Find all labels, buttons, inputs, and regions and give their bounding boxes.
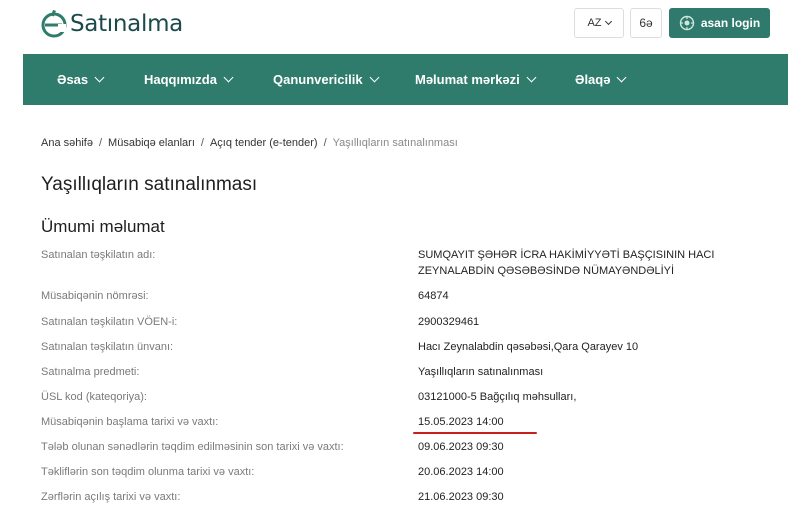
logo-text: Satınalma: [70, 11, 183, 37]
chevron-down-icon: [94, 72, 105, 83]
detail-label-subject: Satınalma predmeti:: [41, 366, 140, 378]
detail-value-envelope-opening: 21.06.2023 09:30: [418, 491, 504, 503]
breadcrumb: Ana səhifə / Müsabiqə elanları / Açıq te…: [41, 137, 458, 149]
chevron-down-icon: [604, 17, 612, 26]
main-nav: Əsas Haqqımızda Qanunvericilik Məlumat m…: [23, 54, 788, 105]
detail-value-tax-id: 2900329461: [418, 316, 480, 328]
breadcrumb-item-announcements[interactable]: Müsabiqə elanları: [108, 137, 195, 149]
detail-value-line: SUMQAYIT ŞƏHƏR İCRA HAKİMİYYƏTİ BAŞÇISIN…: [418, 249, 715, 261]
language-select[interactable]: AZ: [574, 8, 624, 38]
detail-label-tender-number: Müsabiqənin nömrəsi:: [41, 290, 149, 302]
page-title: Yaşıllıqların satınalınması: [41, 174, 258, 195]
nav-item-label: Əsas: [57, 72, 89, 87]
nav-item-label: Haqqımızda: [144, 72, 217, 87]
detail-value-start-date: 15.05.2023 14:00: [418, 416, 504, 428]
detail-label-start-date: Müsabiqənin başlama tarixi və vaxtı:: [41, 416, 219, 428]
detail-label-address: Satınalan təşkilatın ünvanı:: [41, 341, 174, 353]
accessibility-button[interactable]: 6ə: [630, 8, 662, 38]
language-label: AZ: [587, 17, 602, 29]
nav-item-esas[interactable]: Əsas: [57, 54, 105, 105]
detail-value-organization-name: SUMQAYIT ŞƏHƏR İCRA HAKİMİYYƏTİ BAŞÇISIN…: [418, 247, 714, 279]
breadcrumb-item-home[interactable]: Ana səhifə: [41, 137, 93, 149]
detail-value-offers-deadline: 20.06.2023 14:00: [418, 466, 504, 478]
nav-item-label: Məlumat mərkəzi: [415, 72, 520, 87]
nav-item-melumat-merkezi[interactable]: Məlumat mərkəzi: [415, 54, 537, 105]
chevron-down-icon: [526, 72, 537, 83]
detail-label-tax-id: Satınalan təşkilatın VÖEN-i:: [41, 316, 178, 328]
asan-login-label: asan login: [700, 16, 761, 30]
breadcrumb-separator: /: [323, 137, 327, 149]
chevron-down-icon: [617, 72, 627, 83]
logo-e-icon: [41, 10, 67, 38]
detail-label-category-code: ÜSL kod (kateqoriya):: [41, 391, 147, 403]
nav-item-qanunvericilik[interactable]: Qanunvericilik: [273, 54, 380, 105]
breadcrumb-item-open-tender[interactable]: Açıq tender (e-tender): [210, 137, 318, 149]
site-logo[interactable]: Satınalma: [40, 8, 183, 40]
breadcrumb-separator: /: [98, 137, 103, 149]
accessibility-label: 6ə: [639, 16, 653, 30]
detail-value-line: ZEYNALABDİN QƏSƏBƏSİNDƏ NÜMAYƏNDƏLİYİ: [418, 265, 675, 277]
nav-item-label: Əlaqə: [575, 72, 611, 87]
detail-value-address: Hacı Zeynalabdin qəsəbəsi,Qara Qarayev 1…: [418, 341, 639, 353]
asan-login-button[interactable]: asan login: [669, 8, 770, 38]
chevron-down-icon: [223, 72, 234, 83]
nav-item-haqqimizda[interactable]: Haqqımızda: [144, 54, 234, 105]
detail-label-offers-deadline: Təkliflərin son təqdim olunma tarixi və …: [41, 466, 255, 478]
breadcrumb-separator: /: [200, 137, 204, 149]
detail-label-organization-name: Satınalan təşkilatın adı:: [41, 249, 156, 261]
section-title: Ümumi məlumat: [41, 217, 165, 236]
highlight-underline: [413, 432, 537, 434]
detail-value-tender-number: 64874: [418, 290, 449, 302]
nav-item-elaqe[interactable]: Əlaqə: [575, 54, 627, 105]
detail-label-envelope-opening: Zərflərin açılış tarixi və vaxtı:: [41, 491, 181, 503]
detail-value-documents-deadline: 09.06.2023 09:30: [418, 441, 504, 453]
chevron-down-icon: [369, 72, 380, 83]
nav-item-label: Qanunvericilik: [273, 72, 363, 87]
top-bar: Satınalma AZ 6ə asan login: [0, 0, 800, 52]
detail-label-documents-deadline: Tələb olunan sənədlərin təqdim edilməsin…: [41, 441, 344, 453]
asan-emblem-icon: [679, 15, 695, 31]
breadcrumb-current: Yaşıllıqların satınalınması: [332, 137, 458, 149]
detail-value-subject: Yaşıllıqların satınalınması: [418, 366, 544, 378]
detail-value-category-code: 03121000-5 Bağçılıq məhsulları,: [418, 391, 577, 403]
